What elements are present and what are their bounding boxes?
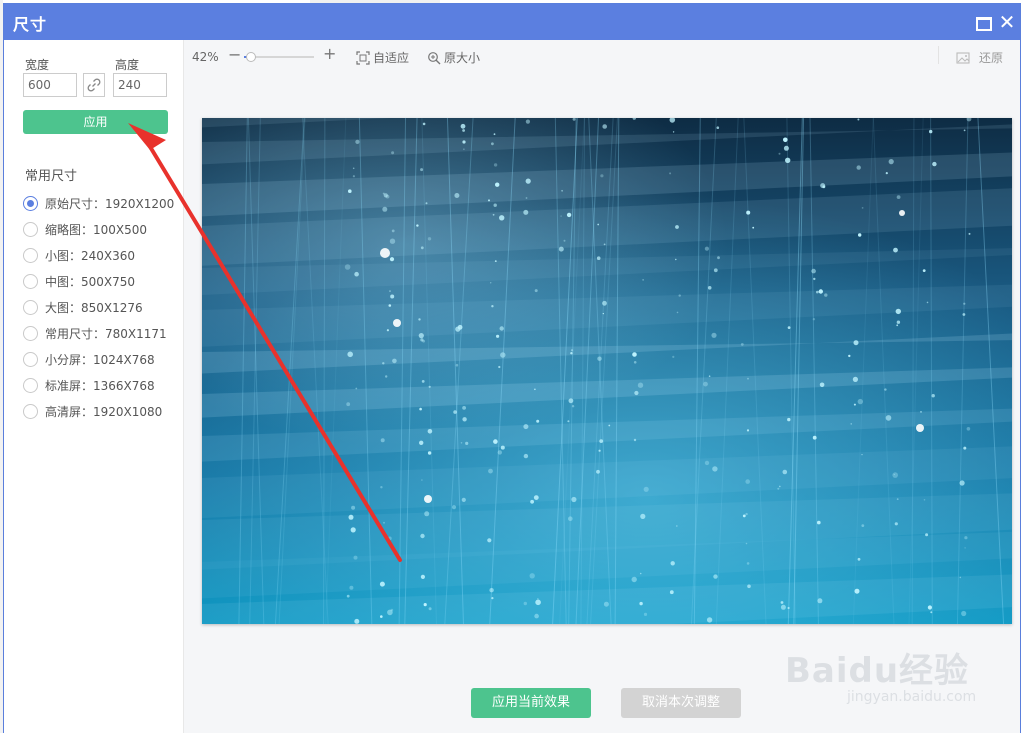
preset-label: 小分屏：1024X768 [45,352,155,367]
zoom-out-icon[interactable]: − [228,45,241,64]
restore-label: 还原 [979,51,1004,65]
apply-button[interactable]: 应用 [23,110,168,134]
preset-label: 高清屏：1920X1080 [45,404,163,419]
magnify-icon [428,51,441,64]
preset-option[interactable]: 原始尺寸：1920X1200 [23,190,183,216]
zoom-in-icon[interactable]: + [323,44,336,63]
image-icon [956,51,970,64]
radio-button[interactable] [23,195,38,211]
preset-option[interactable]: 缩略图：100X500 [23,216,183,242]
preset-option[interactable]: 高清屏：1920X1080 [23,398,183,424]
title-bar: 尺寸 ✕ [4,4,1020,40]
preset-label: 中图：500X750 [45,274,136,289]
radio-button[interactable] [23,351,38,367]
preset-label: 大图：850X1276 [45,300,143,315]
width-input[interactable] [23,73,77,97]
baidu-watermark: Baidu经验 jingyan.baidu.com [785,625,985,715]
cancel-adjust-button[interactable]: 取消本次调整 [621,688,741,718]
preset-option[interactable]: 常用尺寸：780X1171 [23,320,183,346]
radio-button[interactable] [23,377,38,393]
maximize-icon[interactable] [974,13,992,31]
preset-list: 原始尺寸：1920X1200 缩略图：100X500 小图：240X360 中图：50… [23,190,183,424]
dialog-title: 尺寸 [13,15,48,34]
preset-option[interactable]: 小图：240X360 [23,242,183,268]
image-preview [202,118,1012,624]
zoom-slider[interactable] [244,52,314,62]
fit-button[interactable]: 自适应 [356,49,409,66]
preset-option[interactable]: 中图：500X750 [23,268,183,294]
original-size-button[interactable]: 原大小 [427,49,480,66]
height-label: 高度 [115,58,140,72]
restore-button[interactable]: 还原 [956,49,1003,66]
radio-button[interactable] [23,299,38,315]
link-icon[interactable] [83,73,105,97]
apply-effect-button[interactable]: 应用当前效果 [471,688,591,718]
radio-button[interactable] [23,403,38,419]
radio-button[interactable] [23,221,38,237]
fit-label: 自适应 [373,51,410,65]
size-dialog: 尺寸 ✕ 宽度 高度 应用 常用尺寸 原始尺寸：1920X1200 缩略图：100… [3,3,1021,733]
presets-title: 常用尺寸 [25,169,78,184]
preview-image [202,118,1012,624]
fit-icon [356,50,370,65]
preset-option[interactable]: 大图：850X1276 [23,294,183,320]
watermark-url: jingyan.baidu.com [847,689,977,705]
radio-button[interactable] [23,273,38,289]
left-panel: 宽度 高度 应用 常用尺寸 原始尺寸：1920X1200 缩略图：100X500 小… [4,40,184,733]
preset-label: 小图：240X360 [45,248,136,263]
toolbar-divider [938,46,939,64]
preset-label: 标准屏：1366X768 [45,378,155,393]
preset-option[interactable]: 标准屏：1366X768 [23,372,183,398]
preset-label: 缩略图：100X500 [45,222,148,237]
radio-button[interactable] [23,247,38,263]
zoom-value: 42% [192,50,219,64]
preset-label: 常用尺寸：780X1171 [45,326,167,341]
zoom-slider-handle[interactable] [246,52,256,62]
close-icon[interactable]: ✕ [998,12,1016,32]
preset-label: 原始尺寸：1920X1200 [45,196,175,211]
width-label: 宽度 [25,58,50,72]
watermark-brand: Baidu经验 [785,651,970,691]
height-input[interactable] [113,73,167,97]
radio-button[interactable] [23,325,38,341]
original-size-label: 原大小 [444,51,481,65]
preset-option[interactable]: 小分屏：1024X768 [23,346,183,372]
preview-toolbar: 42% − + 自适应 原大小 还原 [184,40,1020,74]
